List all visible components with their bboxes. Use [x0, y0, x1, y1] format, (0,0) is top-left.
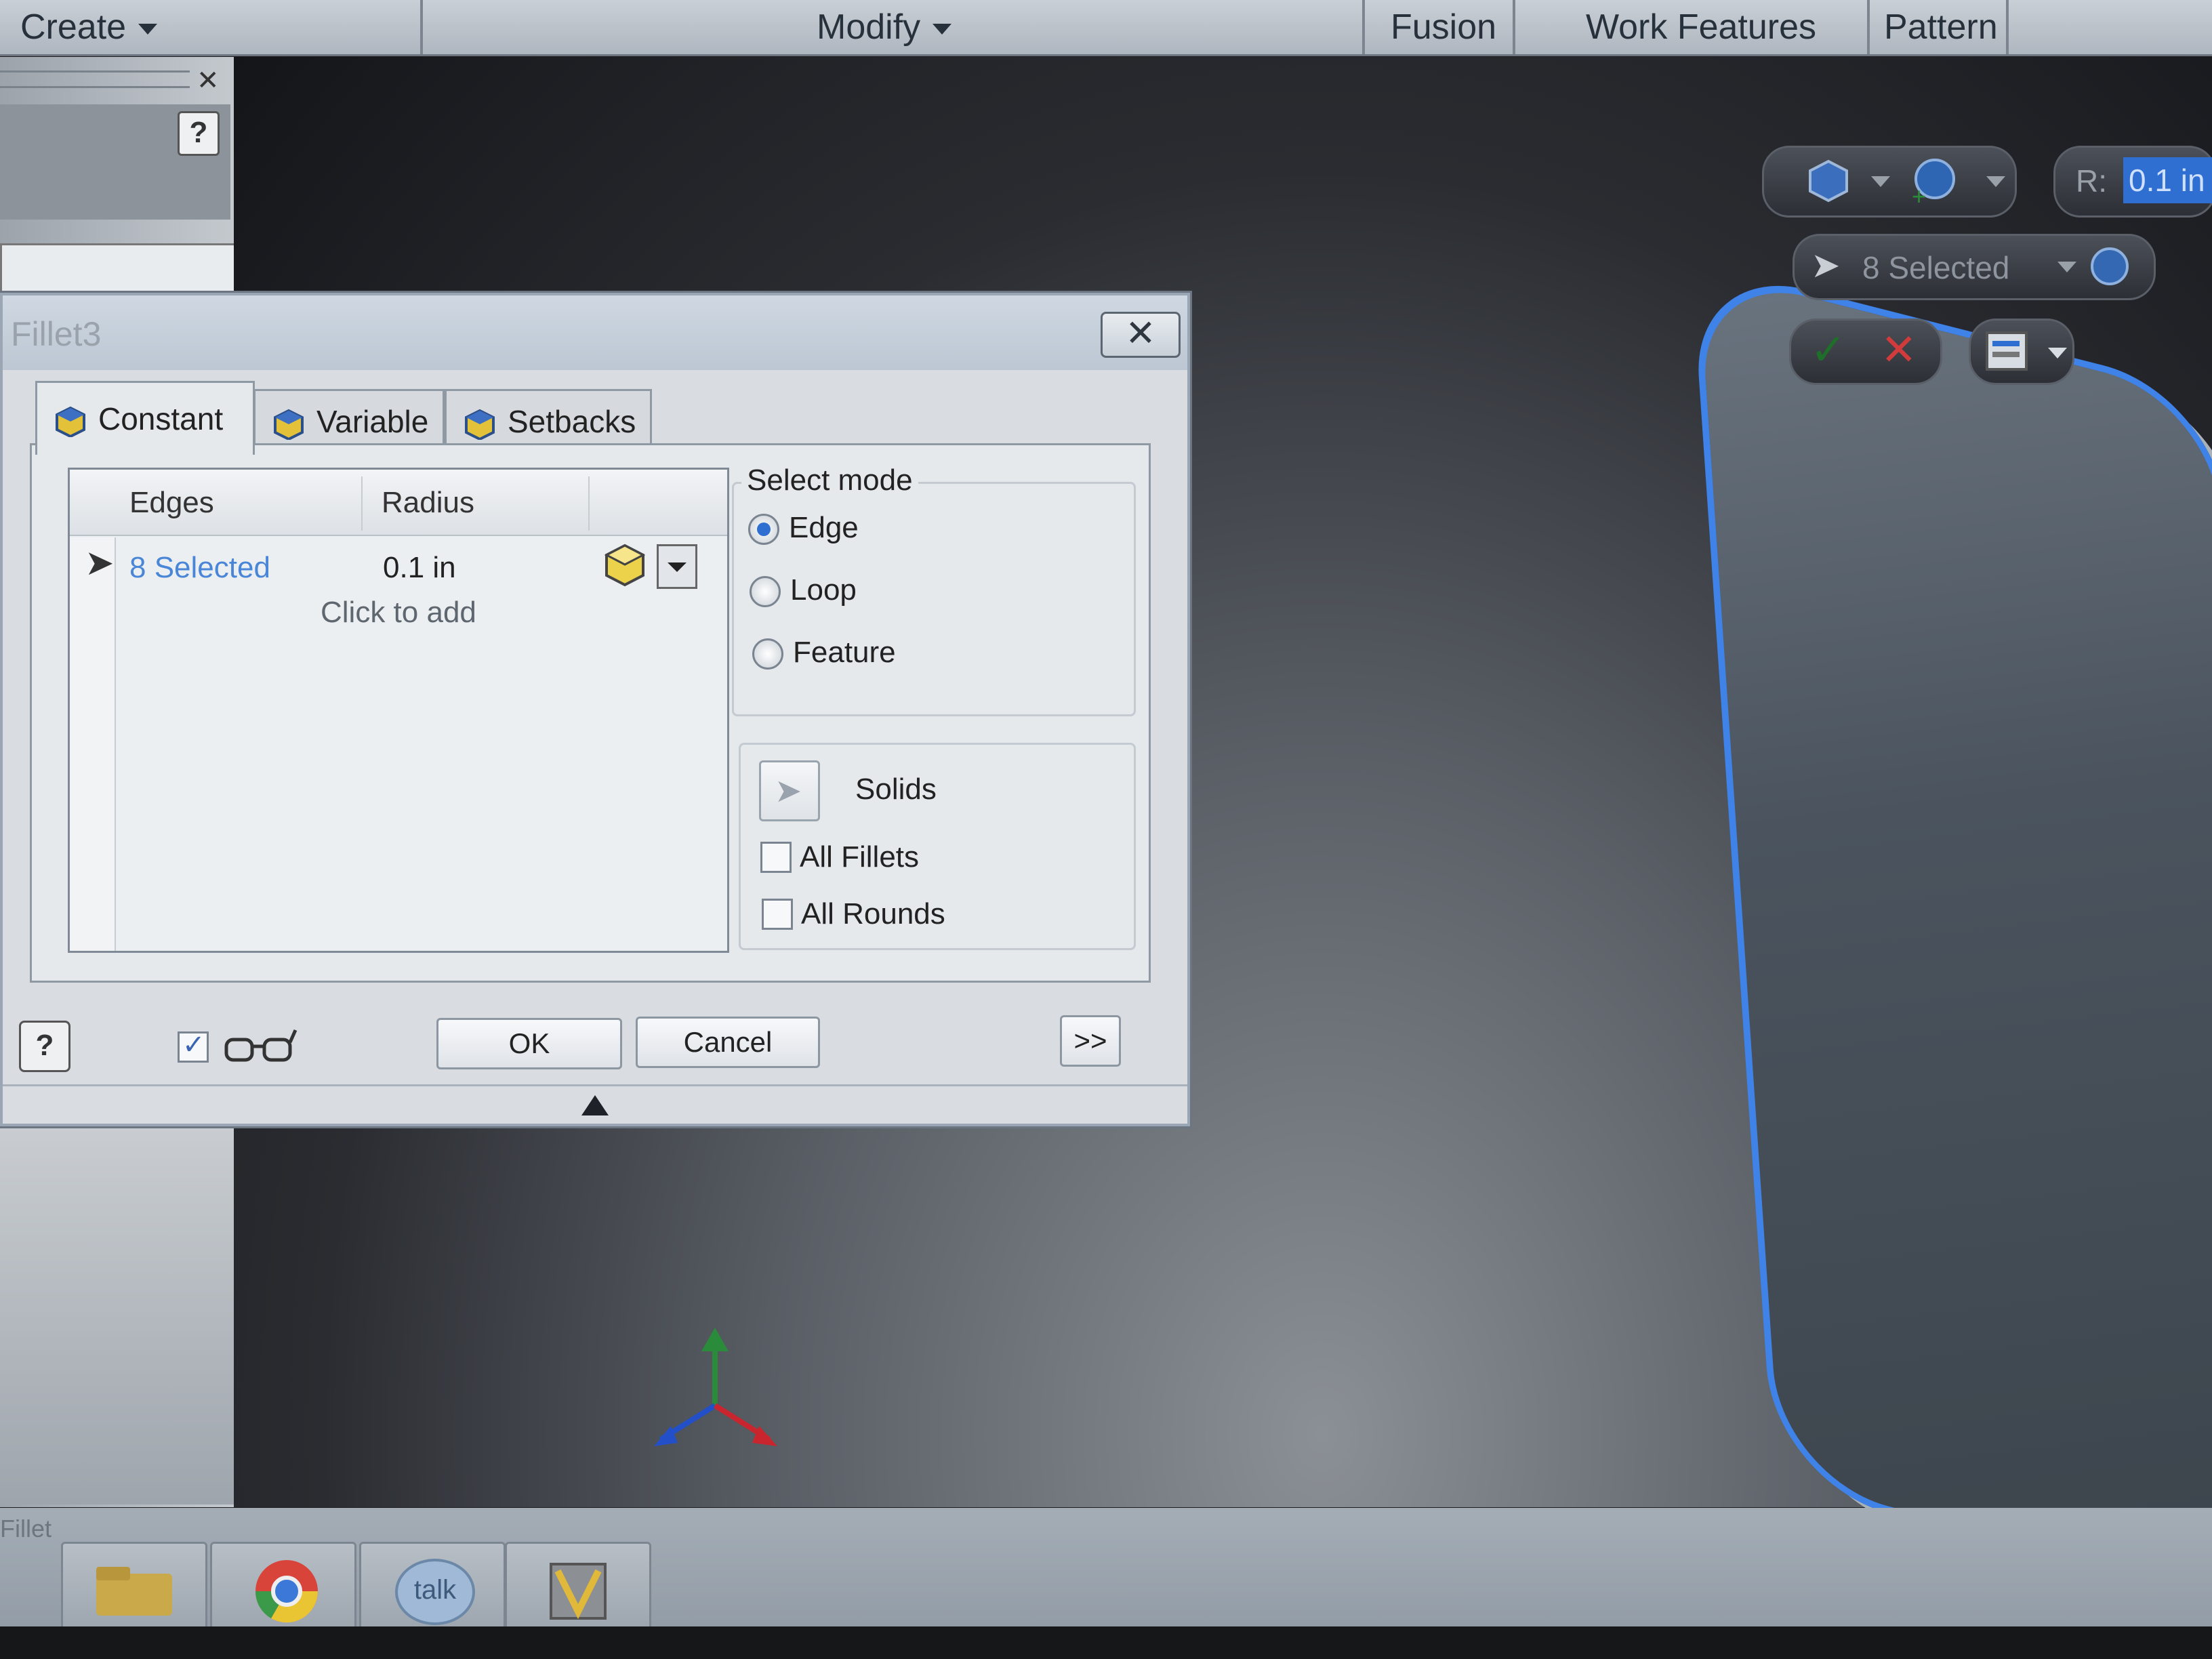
folder-icon — [96, 1567, 172, 1616]
ribbon-fusion-panel[interactable]: Fusion — [1391, 4, 1496, 50]
ribbon-work-features-panel[interactable]: Work Features — [1586, 4, 1816, 50]
screen-bezel — [0, 1626, 2212, 1659]
radio-edge[interactable] — [748, 514, 779, 545]
radio-loop-label: Loop — [790, 573, 857, 607]
chevron-down-icon[interactable] — [2057, 262, 2076, 272]
ribbon-divider — [1513, 0, 1515, 54]
solids-select-button[interactable]: ➤ — [759, 760, 820, 821]
ribbon-create-panel[interactable]: Create — [20, 4, 158, 50]
radio-feature[interactable] — [752, 638, 783, 670]
ribbon-divider — [1362, 0, 1365, 54]
expand-up-icon[interactable] — [581, 1095, 609, 1115]
ribbon-divider — [420, 0, 423, 54]
tab-label: Setbacks — [508, 404, 636, 439]
talk-icon: talk — [395, 1559, 475, 1625]
close-icon[interactable]: ✕ — [1101, 312, 1181, 358]
column-divider — [588, 476, 590, 531]
dialog-divider — [3, 1084, 1187, 1086]
solid-cube-icon[interactable] — [1805, 157, 1852, 205]
close-icon[interactable]: ✕ — [197, 65, 220, 96]
solids-label: Solids — [855, 773, 937, 806]
chevron-down-icon[interactable] — [2048, 348, 2067, 359]
ribbon-divider — [1867, 0, 1870, 54]
globe-add-icon[interactable]: + — [1906, 155, 1961, 209]
radio-feature-label: Feature — [793, 636, 896, 669]
mini-toolbar-top: + — [1762, 146, 2017, 218]
row-pointer-icon: ➤ — [85, 544, 115, 583]
radio-edge-label: Edge — [789, 511, 859, 544]
more-options-button[interactable]: >> — [1060, 1015, 1121, 1067]
all-fillets-label: All Fillets — [800, 840, 920, 874]
tab-label: Constant — [98, 401, 224, 436]
options-menu-icon[interactable] — [1984, 330, 2029, 372]
help-icon[interactable]: ? — [19, 1021, 70, 1072]
phone-model-preview[interactable] — [1691, 260, 2212, 1619]
inventor-app-icon — [550, 1563, 607, 1620]
dialog-titlebar[interactable]: Fillet3 ✕ — [3, 295, 1187, 370]
row-selector-column — [70, 537, 116, 951]
ribbon-divider — [2006, 0, 2009, 54]
radio-loop[interactable] — [750, 576, 781, 607]
constant-fillet-icon — [56, 406, 85, 437]
fillet-dialog: Fillet3 ✕ Constant Variable Setbacks Edg… — [0, 293, 1190, 1126]
ribbon-pattern-panel[interactable]: Pattern — [1884, 4, 1998, 50]
radius-input[interactable]: 0.1 in — [2123, 157, 2212, 203]
mini-toolbar-selection: ➤ 8 Selected — [1793, 234, 2156, 300]
selection-count: 8 Selected — [1862, 250, 2010, 285]
edge-set-table[interactable]: Edges Radius ➤ 8 Selected 0.1 in Click t… — [68, 468, 729, 953]
fillet-type-icon[interactable] — [2086, 243, 2133, 290]
column-divider — [361, 476, 363, 531]
cancel-x-icon[interactable]: ✕ — [1881, 325, 1917, 375]
table-header: Edges Radius — [70, 470, 727, 536]
all-fillets-checkbox[interactable] — [760, 842, 792, 873]
axis-triad — [654, 1328, 777, 1446]
ok-button[interactable]: OK — [436, 1018, 622, 1069]
dialog-title: Fillet3 — [11, 315, 102, 353]
radius-value-cell[interactable]: 0.1 in — [383, 551, 456, 585]
tab-constant[interactable]: Constant — [35, 381, 255, 455]
ribbon-modify-label: Modify — [817, 7, 921, 47]
chevron-down-icon — [933, 24, 952, 35]
ribbon-panel-bar: Create Modify Fusion Work Features Patte… — [0, 0, 2212, 56]
select-arrow-icon: ➤ — [775, 773, 802, 809]
click-to-add-row[interactable]: Click to add — [321, 596, 476, 630]
chevron-down-icon[interactable] — [1986, 176, 2005, 187]
select-mode-title: Select mode — [741, 464, 918, 497]
select-arrow-icon[interactable]: ➤ — [1811, 245, 1841, 286]
setbacks-fillet-icon — [465, 409, 495, 440]
preview-glasses-icon — [224, 1029, 298, 1062]
help-icon[interactable]: ? — [178, 111, 220, 156]
apply-check-icon[interactable]: ✓ — [1810, 325, 1847, 375]
status-bar-text: Fillet — [0, 1515, 52, 1542]
cancel-button[interactable]: Cancel — [636, 1017, 820, 1068]
ribbon-modify-panel[interactable]: Modify — [817, 4, 952, 50]
chrome-icon — [255, 1560, 319, 1623]
mini-toolbar-options — [1969, 319, 2074, 385]
edges-selection-cell[interactable]: 8 Selected — [129, 551, 270, 585]
radius-prefix: R: — [2076, 163, 2107, 199]
radius-dropdown-button[interactable] — [657, 544, 697, 589]
svg-text:+: + — [1912, 182, 1926, 209]
chevron-down-icon — [138, 24, 158, 35]
ribbon-create-label: Create — [20, 7, 127, 47]
all-rounds-label: All Rounds — [801, 897, 945, 930]
tab-label: Variable — [316, 404, 429, 439]
y-axis-arrow — [701, 1328, 729, 1351]
mini-toolbar-apply: ✓ ✕ — [1789, 319, 1942, 385]
cube-select-icon[interactable] — [602, 543, 647, 588]
pane-grip[interactable] — [0, 70, 190, 88]
column-header-radius: Radius — [382, 486, 474, 519]
chevron-down-icon[interactable] — [1871, 176, 1890, 187]
variable-fillet-icon — [274, 409, 304, 440]
mini-toolbar-radius: R: 0.1 in — [2053, 146, 2212, 218]
all-rounds-checkbox[interactable] — [762, 899, 793, 930]
column-header-edges: Edges — [129, 486, 214, 519]
preview-checkbox[interactable] — [178, 1029, 209, 1063]
